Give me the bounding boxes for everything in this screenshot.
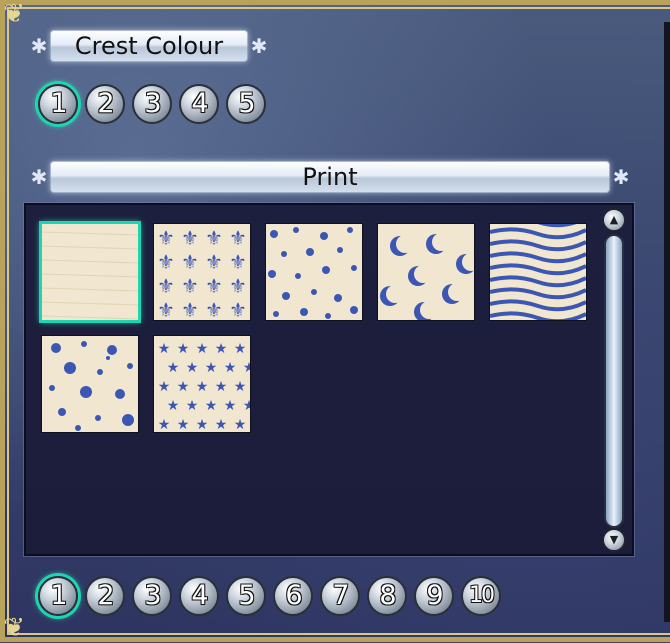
svg-text:⚜: ⚜ [229, 274, 247, 298]
page-10-button[interactable]: 10 [461, 576, 501, 616]
svg-text:★: ★ [205, 398, 218, 414]
fleur-de-lis-pattern-tile[interactable]: ⚜ ⚜ ⚜ ⚜ ⚜ ⚜ ⚜ ⚜ ⚜ ⚜ ⚜ ⚜ ⚜ ⚜ ⚜ ⚜ [154, 224, 250, 320]
svg-text:⚜: ⚜ [157, 298, 175, 320]
svg-text:★: ★ [215, 379, 228, 395]
down-arrow-icon: ▼ [609, 533, 619, 546]
svg-text:⚜: ⚜ [229, 250, 247, 274]
svg-text:★: ★ [234, 417, 247, 432]
svg-text:★: ★ [224, 398, 237, 414]
scroll-up-button[interactable]: ▲ [602, 208, 626, 232]
page-8-button[interactable]: 8 [367, 576, 407, 616]
banner-wing-right-icon: ✱ [250, 34, 268, 58]
svg-text:★: ★ [234, 341, 247, 357]
svg-text:★: ★ [177, 417, 190, 432]
scroll-down-button[interactable]: ▼ [602, 528, 626, 552]
crest-colour-banner: ✱ Crest Colour ✱ [28, 30, 270, 62]
svg-text:⚜: ⚜ [157, 250, 175, 274]
svg-text:★: ★ [215, 417, 228, 432]
svg-text:⚜: ⚜ [157, 274, 175, 298]
crescent-moon-pattern-tile[interactable] [378, 224, 474, 320]
page-6-button[interactable]: 6 [273, 576, 313, 616]
svg-text:★: ★ [243, 360, 250, 376]
svg-text:⚜: ⚜ [205, 226, 223, 250]
banner-wing-left-icon: ✱ [30, 165, 48, 189]
svg-text:★: ★ [158, 379, 171, 395]
page-9-button[interactable]: 9 [414, 576, 454, 616]
svg-text:⚜: ⚜ [205, 274, 223, 298]
svg-text:⚜: ⚜ [181, 274, 199, 298]
crest-colour-title: Crest Colour [50, 30, 248, 62]
crest-colour-1-button[interactable]: 1 [38, 84, 78, 124]
svg-text:★: ★ [224, 360, 237, 376]
print-pattern-grid: ⚜ ⚜ ⚜ ⚜ ⚜ ⚜ ⚜ ⚜ ⚜ ⚜ ⚜ ⚜ ⚜ ⚜ ⚜ ⚜ ★ ★ ★ ★ ★ ★ ★ ★ ★ ★ ★ ★ ★ ★ ★ ★ ★ ★ ★ ★ ★ ★ ★ ★… [24, 203, 634, 556]
svg-text:★: ★ [243, 398, 250, 414]
crest-colour-3-button[interactable]: 3 [132, 84, 172, 124]
print-scrollbar[interactable]: ▲ ▼ [600, 208, 628, 554]
page-selector: 1 2 3 4 5 6 7 8 9 10 [38, 576, 508, 616]
svg-text:★: ★ [234, 379, 247, 395]
svg-text:★: ★ [167, 360, 180, 376]
svg-text:⚜: ⚜ [181, 250, 199, 274]
corner-ornament-icon: ❦ [3, 0, 25, 29]
svg-text:★: ★ [196, 341, 209, 357]
zebra-stripe-pattern-tile[interactable] [490, 224, 586, 320]
page-1-button[interactable]: 1 [38, 576, 78, 616]
page-7-button[interactable]: 7 [320, 576, 360, 616]
window-edge [664, 22, 670, 622]
print-banner: ✱ Print ✱ [28, 161, 632, 193]
svg-text:⚜: ⚜ [205, 250, 223, 274]
dots-pattern-tile[interactable] [266, 224, 362, 320]
svg-text:★: ★ [158, 417, 171, 432]
svg-text:★: ★ [196, 417, 209, 432]
corner-ornament-icon: ❦ [3, 613, 25, 643]
page-3-button[interactable]: 3 [132, 576, 172, 616]
page-2-button[interactable]: 2 [85, 576, 125, 616]
svg-text:★: ★ [186, 398, 199, 414]
print-title: Print [50, 161, 610, 193]
banner-wing-right-icon: ✱ [612, 165, 630, 189]
svg-text:⚜: ⚜ [229, 226, 247, 250]
svg-text:⚜: ⚜ [157, 226, 175, 250]
stars-pattern-tile[interactable]: ★ ★ ★ ★ ★ ★ ★ ★ ★ ★ ★ ★ ★ ★ ★ ★ ★ ★ ★ ★ ★ ★ ★ ★ ★ [154, 336, 250, 432]
scroll-track[interactable] [604, 234, 624, 528]
crest-colour-2-button[interactable]: 2 [85, 84, 125, 124]
svg-text:⚜: ⚜ [229, 298, 247, 320]
up-arrow-icon: ▲ [609, 213, 619, 226]
banner-wing-left-icon: ✱ [30, 34, 48, 58]
svg-text:⚜: ⚜ [181, 226, 199, 250]
svg-text:⚜: ⚜ [181, 298, 199, 320]
svg-text:★: ★ [205, 360, 218, 376]
svg-text:★: ★ [158, 341, 171, 357]
svg-text:★: ★ [196, 379, 209, 395]
page-5-button[interactable]: 5 [226, 576, 266, 616]
svg-text:★: ★ [215, 341, 228, 357]
svg-text:★: ★ [167, 398, 180, 414]
large-polka-dot-pattern-tile[interactable] [42, 336, 138, 432]
svg-text:★: ★ [186, 360, 199, 376]
page-4-button[interactable]: 4 [179, 576, 219, 616]
svg-text:★: ★ [177, 379, 190, 395]
plain-pattern-tile[interactable] [42, 224, 138, 320]
svg-text:★: ★ [177, 341, 190, 357]
crest-colour-selector: 12345 [38, 84, 273, 124]
svg-text:⚜: ⚜ [205, 298, 223, 320]
crest-colour-4-button[interactable]: 4 [179, 84, 219, 124]
crest-colour-5-button[interactable]: 5 [226, 84, 266, 124]
